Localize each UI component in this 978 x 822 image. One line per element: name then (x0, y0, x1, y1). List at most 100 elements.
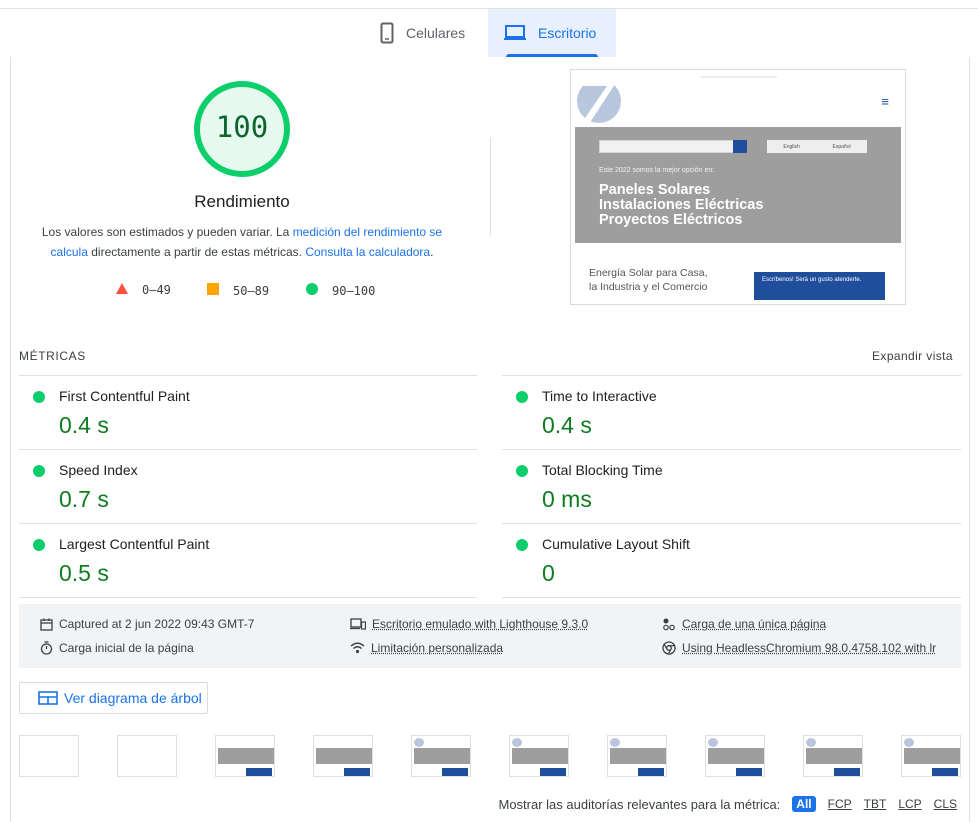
chrome-icon (662, 641, 676, 655)
metric-filter: Mostrar las auditorías relevantes para l… (498, 796, 957, 812)
treemap-button-label: Ver diagrama de árbol (64, 690, 202, 706)
metric-name: Time to Interactive (542, 388, 657, 404)
metric-value: 0.4 s (542, 412, 592, 438)
screenshot-search (599, 140, 747, 153)
description-text-3: . (430, 245, 434, 259)
filter-chip-cls[interactable]: CLS (934, 797, 957, 811)
section-divider (490, 138, 491, 236)
metric-cls: Cumulative Layout Shift 0 (502, 524, 942, 598)
screenshot-lang-english: English (783, 143, 800, 150)
tab-celulares[interactable]: Celulares (368, 9, 486, 57)
metrics-title: MÉTRICAS (19, 349, 86, 363)
screenshot-tagline: Energía Solar para Casa, la Industria y … (589, 266, 707, 294)
screenshot-lang-bar: English Español (767, 140, 867, 153)
filter-chip-lcp[interactable]: LCP (898, 797, 921, 811)
pass-circle-icon (516, 539, 528, 551)
screenshot-headline: Paneles Solares Instalaciones Eléctricas… (599, 183, 763, 228)
screenshot-search-button (733, 140, 747, 153)
filmstrip-frame (117, 735, 177, 777)
site-logo (577, 78, 621, 124)
screenshot-cta: Escríbenos! Será un gusto atenderte. (754, 272, 885, 300)
expand-view-button[interactable]: Expandir vista (872, 349, 953, 363)
filter-chip-all[interactable]: All (792, 796, 816, 812)
initial-load-info: Carga inicial de la página (40, 641, 194, 655)
legend-average: 50–89 (207, 283, 269, 298)
legend-pass-label: 90–100 (332, 283, 376, 298)
nodes-icon (662, 617, 676, 631)
wifi-icon (350, 642, 365, 654)
pass-circle-icon (516, 391, 528, 403)
tab-celulares-label: Celulares (406, 25, 466, 41)
pass-circle-icon (33, 539, 45, 551)
filter-chip-tbt[interactable]: TBT (864, 797, 887, 811)
metric-value: 0.4 s (59, 412, 109, 438)
throttling-info[interactable]: Limitación personalizada (350, 641, 503, 655)
metric-fcp: First Contentful Paint 0.4 s (19, 376, 459, 450)
description-text-1: Los valores son estimados y pueden varia… (41, 225, 293, 239)
timer-icon (40, 641, 53, 655)
throttling-text: Limitación personalizada (371, 641, 504, 655)
metric-value: 0.5 s (59, 560, 109, 586)
circle-icon (306, 283, 318, 298)
legend-pass: 90–100 (306, 283, 375, 298)
score-label: Rendimiento (194, 192, 290, 211)
device-tabs: Celulares Escritorio (0, 9, 978, 57)
metric-name: Largest Contentful Paint (59, 536, 210, 552)
filter-chip-fcp[interactable]: FCP (828, 797, 852, 811)
captured-info: Captured at 2 jun 2022 09:43 GMT-7 (40, 617, 254, 631)
pass-circle-icon (516, 465, 528, 477)
initial-load-text: Carga inicial de la página (59, 641, 194, 655)
headline-line: Paneles Solares (599, 182, 711, 198)
screenshot-lang-spanish: Español (832, 143, 851, 150)
metric-name: Speed Index (59, 462, 138, 478)
emulated-info[interactable]: Escritorio emulado with Lighthouse 9.3.0 (350, 617, 588, 631)
treemap-icon (38, 691, 58, 705)
description-text-2: directamente a partir de estas métricas. (87, 245, 306, 259)
filmstrip-frame (19, 735, 79, 777)
metric-value: 0 ms (542, 486, 592, 512)
phone-icon (380, 22, 394, 44)
runtime-info-bar (19, 604, 961, 668)
laptop-icon (504, 25, 526, 41)
single-page-text: Carga de una única página (682, 617, 827, 631)
screenshot-intro: Este 2022 somos la mejor opción en: (599, 167, 715, 174)
metric-lcp: Largest Contentful Paint 0.5 s (19, 524, 459, 598)
filmstrip-frame (803, 735, 863, 777)
tab-escritorio[interactable]: Escritorio (488, 9, 616, 57)
final-screenshot[interactable]: ≡ English Español Este 2022 somos la mej… (570, 69, 906, 305)
screenshot-topbar (701, 76, 777, 78)
score-value: 100 (215, 110, 269, 144)
metric-name: Total Blocking Time (542, 462, 663, 478)
metric-value: 0 (542, 560, 555, 586)
browser-info[interactable]: Using HeadlessChromium 98.0.4758.102 wit… (662, 641, 936, 655)
filmstrip-frame (313, 735, 373, 777)
legend-fail-label: 0–49 (142, 283, 171, 297)
devices-icon (350, 618, 366, 630)
metric-divider (19, 597, 477, 598)
screenshot-hero: English Español Este 2022 somos la mejor… (575, 127, 901, 243)
tab-escritorio-label: Escritorio (538, 25, 597, 41)
headline-line: Proyectos Eléctricos (599, 212, 743, 228)
browser-text: Using HeadlessChromium 98.0.4758.102 wit… (682, 641, 936, 655)
filmstrip-frame (901, 735, 961, 777)
pass-circle-icon (33, 391, 45, 403)
filmstrip-frame (607, 735, 667, 777)
filmstrip-frame (509, 735, 569, 777)
headline-line: Instalaciones Eléctricas (599, 197, 764, 213)
tagline-line: la Industria y el Comercio (589, 281, 708, 293)
metric-tti: Time to Interactive 0.4 s (502, 376, 942, 450)
metric-name: Cumulative Layout Shift (542, 536, 690, 552)
metric-divider (502, 597, 961, 598)
tagline-line: Energía Solar para Casa, (589, 267, 708, 279)
hamburger-menu-icon: ≡ (881, 94, 889, 109)
single-page-info[interactable]: Carga de una única página (662, 617, 826, 631)
calculator-link[interactable]: Consulta la calculadora (305, 245, 430, 259)
filmstrip-frame (215, 735, 275, 777)
square-icon (207, 283, 219, 298)
filmstrip-frame (705, 735, 765, 777)
filter-label: Mostrar las auditorías relevantes para l… (498, 796, 781, 812)
metric-tbt: Total Blocking Time 0 ms (502, 450, 942, 524)
view-treemap-button[interactable]: Ver diagrama de árbol (19, 682, 208, 714)
pass-circle-icon (33, 465, 45, 477)
legend-average-label: 50–89 (233, 283, 270, 298)
